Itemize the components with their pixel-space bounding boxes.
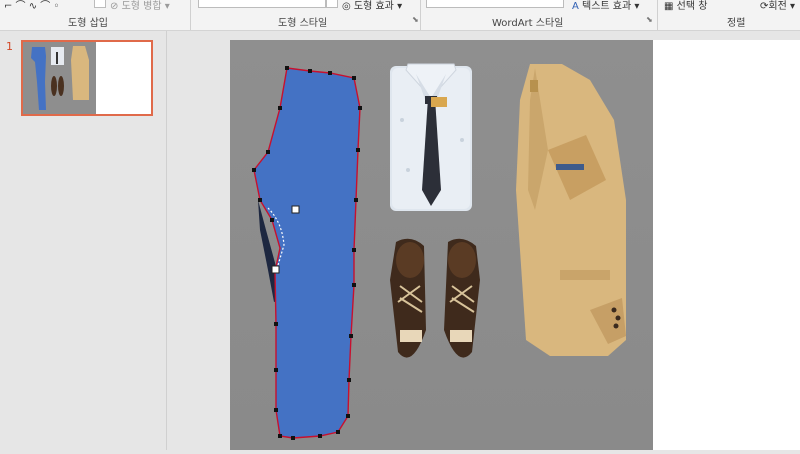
shape-effects-label: 도형 효과 — [353, 1, 394, 12]
merge-shapes-label: 도형 병합 — [121, 1, 162, 12]
shapes-gallery-more-button[interactable] — [94, 0, 106, 8]
rotate-label: 회전 — [768, 1, 787, 12]
text-effects-label: 텍스트 효과 — [582, 1, 632, 12]
shape-style-more-button[interactable] — [326, 0, 338, 8]
group-label-shape-styles: 도형 스타일 — [278, 18, 328, 29]
slide-image — [230, 40, 653, 450]
rotate-button[interactable]: ⟳회전 ▾ — [760, 0, 795, 12]
ribbon: ⌐ ⌒ ∿ ⌒ ◦ ⊘ 도형 병합 ▾ 도형 삽입 ◎ 도형 효과 ▾ 도형 스… — [0, 0, 800, 31]
curve-handle[interactable] — [271, 265, 280, 274]
ribbon-separator — [657, 0, 658, 30]
wordart-styles-launcher-icon[interactable]: ⬊ — [646, 15, 653, 24]
slide-thumbnail-preview — [23, 42, 151, 114]
shape-styles-launcher-icon[interactable]: ⬊ — [412, 15, 419, 24]
ribbon-separator — [190, 0, 191, 30]
shape-style-gallery[interactable] — [198, 0, 326, 8]
wordart-style-gallery[interactable] — [426, 0, 564, 8]
shapes-gallery-icon[interactable]: ⌐ ⌒ ∿ ⌒ ◦ — [4, 0, 59, 12]
merge-shapes-button[interactable]: ⊘ 도형 병합 ▾ — [110, 0, 170, 12]
slide-number: 1 — [6, 40, 13, 53]
ribbon-separator — [420, 0, 421, 30]
slide-canvas-blank-area[interactable] — [653, 40, 800, 450]
text-effects-icon: A — [572, 1, 579, 12]
group-label-arrange: 정렬 — [727, 18, 746, 29]
group-label-insert-shapes: 도형 삽입 — [68, 18, 108, 29]
curve-handle[interactable] — [291, 205, 300, 214]
selection-pane-label: 선택 창 — [676, 1, 708, 12]
shape-effects-button[interactable]: ◎ 도형 효과 ▾ — [342, 0, 402, 12]
text-effects-button[interactable]: A 텍스트 효과 ▾ — [572, 0, 639, 12]
group-label-wordart-styles: WordArt 스타일 — [492, 18, 564, 29]
slide-canvas[interactable] — [230, 40, 653, 450]
slide-thumbnail-1[interactable] — [21, 40, 153, 116]
selection-pane-button[interactable]: ▦ 선택 창 — [664, 0, 707, 12]
dress-shirt-image — [390, 63, 472, 211]
